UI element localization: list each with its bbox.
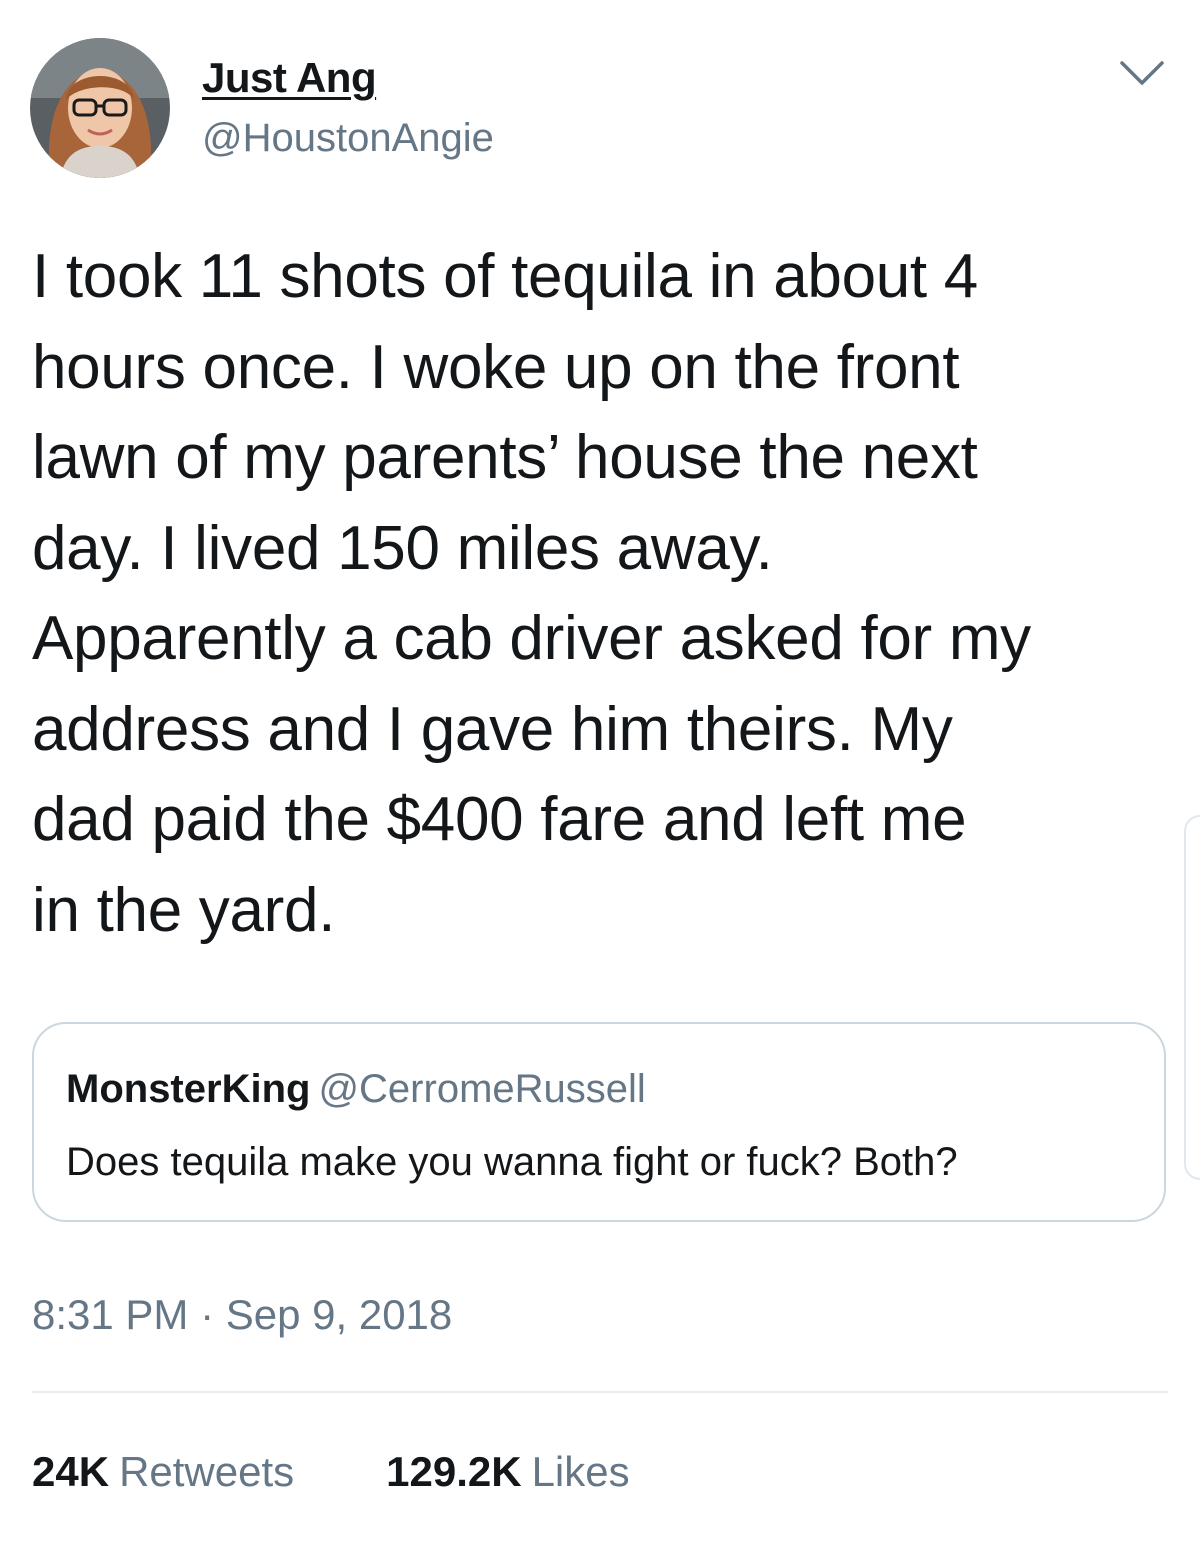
avatar[interactable] <box>30 38 170 178</box>
adjacent-card-edge <box>1184 815 1200 1180</box>
retweets-label: Retweets <box>119 1448 295 1495</box>
chevron-down-icon[interactable] <box>1112 55 1172 95</box>
quoted-display-name: MonsterKing <box>66 1067 311 1111</box>
tweet-timestamp[interactable]: 8:31 PM · Sep 9, 2018 <box>32 1289 452 1341</box>
quoted-tweet-header: MonsterKing @CerromeRussell <box>66 1064 646 1114</box>
likes-count: 129.2K <box>386 1448 522 1495</box>
author-display-name[interactable]: Just Ang <box>202 52 377 104</box>
quoted-tweet[interactable]: MonsterKing @CerromeRussell Does tequila … <box>32 1022 1166 1222</box>
avatar-image <box>30 38 170 178</box>
author-handle[interactable]: @HoustonAngie <box>202 113 494 163</box>
quoted-handle: @CerromeRussell <box>318 1067 646 1111</box>
likes-stat[interactable]: 129.2K Likes <box>386 1448 630 1495</box>
retweets-count: 24K <box>32 1448 110 1495</box>
retweets-stat[interactable]: 24K Retweets <box>32 1448 294 1495</box>
likes-label: Likes <box>531 1448 630 1495</box>
tweet-stats: 24K Retweets 129.2K Likes <box>32 1446 630 1498</box>
quoted-tweet-text: Does tequila make you wanna fight or fuc… <box>66 1140 958 1184</box>
divider <box>32 1391 1168 1393</box>
tweet-text: I took 11 shots of tequila in about 4 ho… <box>32 242 1031 945</box>
